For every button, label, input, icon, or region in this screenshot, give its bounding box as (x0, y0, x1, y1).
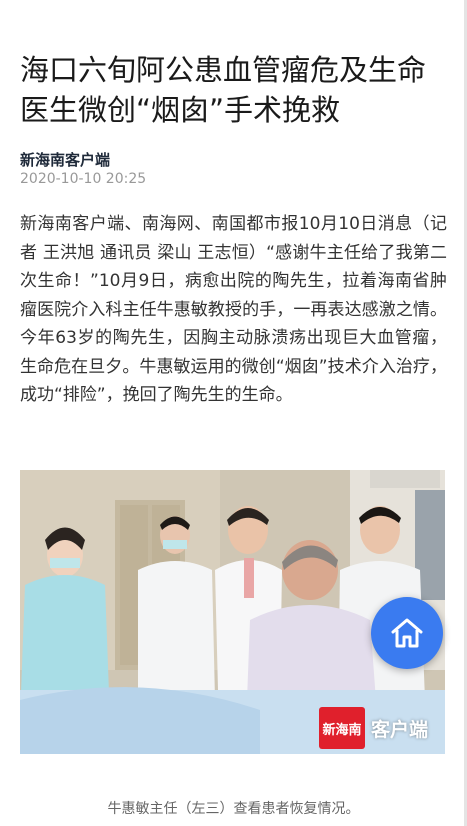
article-title: 海口六旬阿公患血管瘤危及生命 医生微创“烟囱”手术挽救 (20, 53, 427, 127)
photo-caption: 牛惠敏主任（左三）查看患者恢复情况。 (107, 801, 360, 817)
watermark-logo: 新海南 (319, 707, 365, 749)
article-time: 2020-10-10 20:25 (20, 171, 147, 187)
article-body: 新海南客户端、南海网、南国都市报10月10日消息（记者 王洪旭 通讯员 梁山 王… (20, 214, 447, 405)
watermark-text: 客户端 (371, 718, 429, 741)
article-source[interactable]: 新海南客户端 (20, 149, 110, 170)
photo-watermark: 新海南 客户端 (319, 706, 428, 750)
home-icon (391, 618, 423, 648)
home-button[interactable] (371, 597, 443, 669)
